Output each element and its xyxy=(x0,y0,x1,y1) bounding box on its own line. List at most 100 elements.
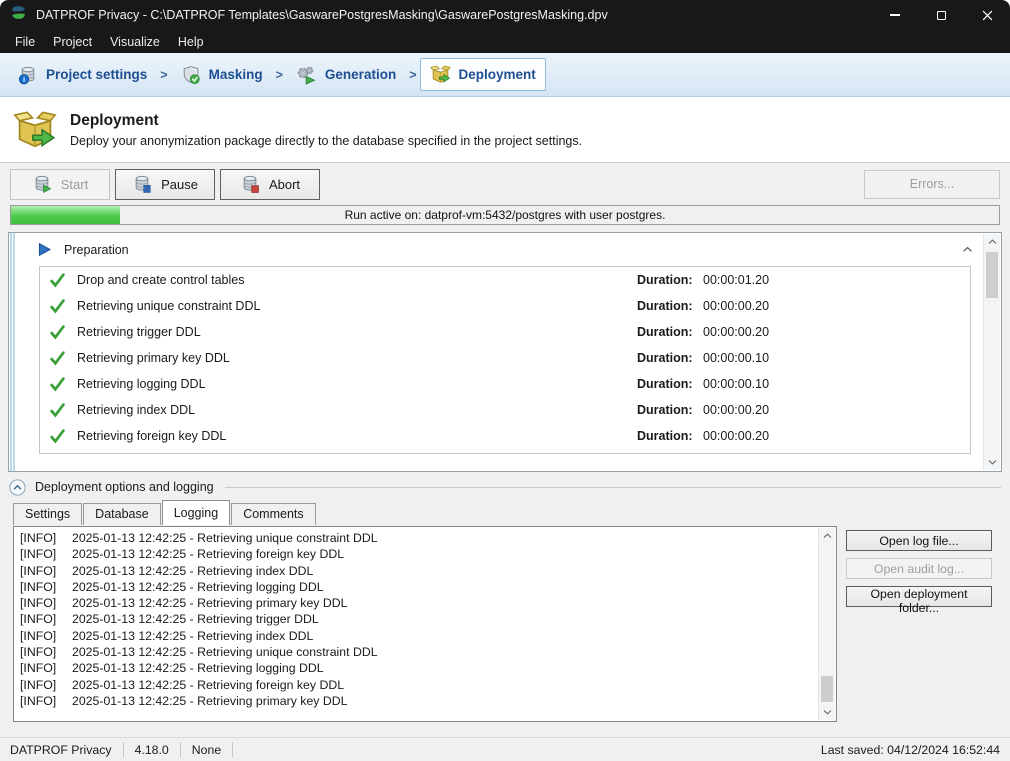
database-info-icon: i xyxy=(18,65,38,85)
task-duration-value: 00:00:00.20 xyxy=(703,403,769,417)
close-button[interactable] xyxy=(964,0,1010,30)
log-line: [INFO]2025-01-13 12:42:25 - Retrieving l… xyxy=(20,660,812,676)
scrollbar-track xyxy=(984,250,1000,454)
scroll-up-button[interactable] xyxy=(984,234,1000,250)
start-button: Start xyxy=(10,169,110,200)
toolbar-button-label: Abort xyxy=(269,177,300,192)
scroll-down-button[interactable] xyxy=(819,704,835,720)
abort-button[interactable]: Abort xyxy=(220,169,320,200)
tab-logging[interactable]: Logging xyxy=(162,500,231,525)
breadcrumb-item-generation[interactable]: Generation xyxy=(286,58,406,91)
task-duration-label: Duration: xyxy=(637,377,703,391)
tab-comments[interactable]: Comments xyxy=(231,503,315,525)
open-audit-log-button: Open audit log... xyxy=(846,558,992,579)
log-level: [INFO] xyxy=(20,628,72,644)
breadcrumb-separator: > xyxy=(409,68,416,82)
log-line: [INFO]2025-01-13 12:42:25 - Retrieving f… xyxy=(20,546,812,562)
run-progress-bar: Run active on: datprof-vm:5432/postgres … xyxy=(10,205,1000,225)
task-duration-label: Duration: xyxy=(637,429,703,443)
errors-button: Errors... xyxy=(864,170,1000,199)
minimize-icon xyxy=(890,14,900,16)
task-row: Retrieving index DDLDuration:00:00:00.20 xyxy=(40,397,970,423)
task-row: Retrieving unique constraint DDLDuration… xyxy=(40,293,970,319)
scroll-up-button[interactable] xyxy=(819,528,835,544)
tasks-scrollbar xyxy=(983,234,1000,470)
task-duration-label: Duration: xyxy=(637,351,703,365)
breadcrumb-item-deployment[interactable]: Deployment xyxy=(420,58,546,91)
task-label: Retrieving logging DDL xyxy=(77,377,637,391)
task-row: Retrieving primary key DDLDuration:00:00… xyxy=(40,345,970,371)
task-duration-label: Duration: xyxy=(637,403,703,417)
open-log-file-button[interactable]: Open log file... xyxy=(846,530,992,551)
scroll-up-icon xyxy=(988,239,997,245)
statusbar-separator xyxy=(123,742,124,757)
scroll-up-icon xyxy=(823,533,832,539)
generation-gears-icon xyxy=(296,64,317,85)
database-pause-icon xyxy=(132,174,152,194)
shield-check-icon xyxy=(181,65,201,85)
breadcrumb-separator: > xyxy=(160,68,167,82)
maximize-button[interactable] xyxy=(918,0,964,30)
section-divider xyxy=(225,487,1001,488)
task-done-icon xyxy=(49,324,77,341)
task-duration-value: 00:00:00.20 xyxy=(703,325,769,339)
task-row: Drop and create control tablesDuration:0… xyxy=(40,267,970,293)
log-message: 2025-01-13 12:42:25 - Retrieving logging… xyxy=(72,580,324,594)
menu-help[interactable]: Help xyxy=(169,32,213,52)
log-actions: Open log file... Open audit log... Open de… xyxy=(846,526,992,607)
breadcrumb-item-masking[interactable]: Masking xyxy=(171,59,273,91)
breadcrumb-item-project-settings[interactable]: i Project settings xyxy=(8,59,157,91)
titlebar: DATPROF Privacy - C:\DATPROF Templates\G… xyxy=(0,0,1010,30)
deployment-package-icon xyxy=(13,108,57,152)
tab-settings[interactable]: Settings xyxy=(13,503,82,525)
scroll-down-button[interactable] xyxy=(984,454,1000,470)
log-message: 2025-01-13 12:42:25 - Retrieving unique … xyxy=(72,645,378,659)
log-level: [INFO] xyxy=(20,677,72,693)
log-line: [INFO]2025-01-13 12:42:25 - Retrieving f… xyxy=(20,677,812,693)
log-level: [INFO] xyxy=(20,611,72,627)
log-lines: [INFO]2025-01-13 12:42:25 - Retrieving u… xyxy=(14,527,836,709)
task-label: Retrieving primary key DDL xyxy=(77,351,637,365)
task-row: Retrieving logging DDLDuration:00:00:00.… xyxy=(40,371,970,397)
log-level: [INFO] xyxy=(20,660,72,676)
database-stop-icon xyxy=(240,174,260,194)
minimize-button[interactable] xyxy=(872,0,918,30)
task-done-icon xyxy=(49,298,77,315)
statusbar-run-mode: None xyxy=(192,743,221,757)
panel-accent-stripe xyxy=(9,233,16,471)
open-deployment-folder-button[interactable]: Open deployment folder... xyxy=(846,586,992,607)
log-message: 2025-01-13 12:42:25 - Retrieving unique … xyxy=(72,531,378,545)
log-line: [INFO]2025-01-13 12:42:25 - Retrieving u… xyxy=(20,530,812,546)
logging-tab-content: [INFO]2025-01-13 12:42:25 - Retrieving u… xyxy=(0,525,1010,722)
scrollbar-thumb[interactable] xyxy=(821,676,833,702)
menu-file[interactable]: File xyxy=(6,32,44,52)
window-controls xyxy=(872,0,1010,30)
log-level: [INFO] xyxy=(20,546,72,562)
log-line: [INFO]2025-01-13 12:42:25 - Retrieving i… xyxy=(20,563,812,579)
log-message: 2025-01-13 12:42:25 - Retrieving index D… xyxy=(72,629,313,643)
log-level: [INFO] xyxy=(20,579,72,595)
tab-database[interactable]: Database xyxy=(83,503,161,525)
log-message: 2025-01-13 12:42:25 - Retrieving logging… xyxy=(72,661,324,675)
log-line: [INFO]2025-01-13 12:42:25 - Retrieving l… xyxy=(20,579,812,595)
statusbar-version: 4.18.0 xyxy=(135,743,169,757)
breadcrumb-label: Project settings xyxy=(46,67,147,82)
task-row: Drop constraints and triggersDuration:00… xyxy=(40,449,970,454)
pause-button[interactable]: Pause xyxy=(115,169,215,200)
menu-project[interactable]: Project xyxy=(44,32,101,52)
page-subtitle: Deploy your anonymization package direct… xyxy=(70,134,582,148)
log-message: 2025-01-13 12:42:25 - Retrieving foreign… xyxy=(72,678,344,692)
toolbar-button-label: Pause xyxy=(161,177,198,192)
scrollbar-thumb[interactable] xyxy=(986,252,998,298)
collapse-group-button[interactable] xyxy=(962,246,973,253)
menu-visualize[interactable]: Visualize xyxy=(101,32,169,52)
collapse-section-button[interactable] xyxy=(9,479,26,496)
task-duration-value: 00:00:00.20 xyxy=(703,299,769,313)
log-message: 2025-01-13 12:42:25 - Retrieving foreign… xyxy=(72,547,344,561)
toolbar: Start Pause Abort Errors... xyxy=(0,163,1010,205)
task-duration-label: Duration: xyxy=(637,299,703,313)
datprof-logo-icon xyxy=(10,4,27,26)
task-duration-value: 00:00:00.20 xyxy=(703,429,769,443)
log-level: [INFO] xyxy=(20,693,72,709)
chevron-up-icon xyxy=(962,246,973,253)
